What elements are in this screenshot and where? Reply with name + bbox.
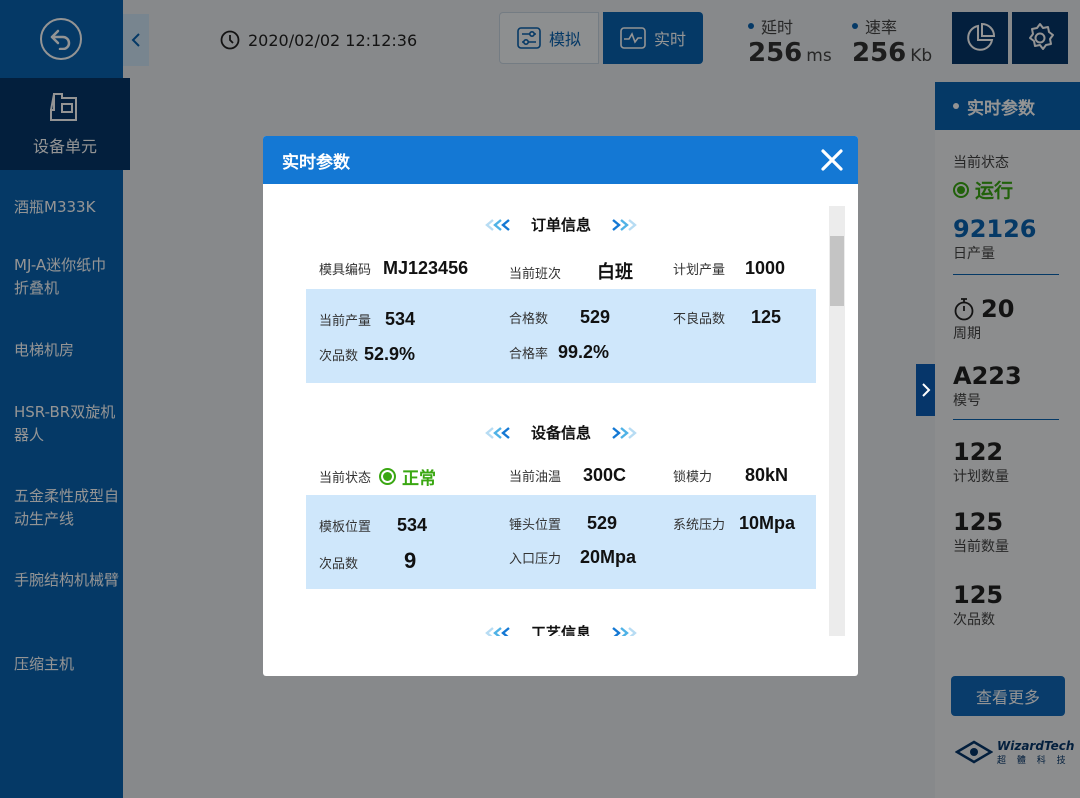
oil-temp-field: 当前油温 300C — [509, 465, 626, 486]
section-title-text: 订单信息 — [530, 216, 591, 234]
defect-rate-field: 次品数 52.9% — [319, 344, 415, 365]
qualified-label: 合格数 — [509, 312, 549, 327]
hammer-position-value: 529 — [587, 513, 618, 533]
shift-field: 当前班次 白班 — [509, 258, 633, 284]
device-status-value: 正常 — [402, 469, 437, 489]
scrollbar-thumb[interactable] — [830, 236, 844, 306]
system-pressure-value: 10Mpa — [739, 513, 796, 533]
current-output-label: 当前产量 — [319, 314, 372, 329]
device-defect-value: 9 — [404, 548, 417, 573]
mold-code-value: MJ123456 — [383, 258, 469, 278]
chevrons-right-icon — [605, 426, 639, 439]
section-title-text: 工艺信息 — [530, 624, 591, 636]
oil-temp-label: 当前油温 — [509, 470, 562, 485]
qualified-field: 合格数 529 — [509, 307, 610, 328]
planned-output-field: 计划产量 1000 — [673, 258, 785, 279]
chevrons-left-icon — [483, 218, 517, 231]
shift-label: 当前班次 — [509, 267, 562, 282]
device-status-field: 当前状态 正常 — [319, 464, 436, 489]
realtime-params-modal: 实时参数 订单信息 模具编码 MJ123456 当前班次 白班 计划产量 100… — [263, 136, 858, 676]
system-pressure-field: 系统压力 10Mpa — [673, 513, 795, 534]
section-title-text: 设备信息 — [530, 424, 591, 442]
bad-items-value: 125 — [751, 307, 782, 327]
device-defect-field: 次品数 9 — [319, 548, 416, 574]
current-output-value: 534 — [385, 309, 416, 329]
status-ok-icon — [379, 468, 397, 485]
pass-rate-field: 合格率 99.2% — [509, 342, 609, 363]
plate-position-label: 模板位置 — [319, 520, 372, 535]
clamp-force-value: 80kN — [745, 465, 789, 485]
mold-code-label: 模具编码 — [319, 263, 372, 278]
inlet-pressure-label: 入口压力 — [509, 552, 562, 567]
panel-expand-button[interactable] — [916, 364, 935, 416]
device-stats-box: 模板位置 534 锤头位置 529 系统压力 10Mpa 次品数 9 入口压力 … — [306, 495, 816, 589]
bad-items-field: 不良品数 125 — [673, 307, 781, 328]
chevrons-right-icon — [605, 626, 639, 636]
inlet-pressure-field: 入口压力 20Mpa — [509, 547, 636, 568]
order-section-title: 订单信息 — [306, 214, 816, 235]
planned-output-value: 1000 — [745, 258, 786, 278]
oil-temp-value: 300C — [583, 465, 627, 485]
chevron-right-icon — [921, 383, 930, 397]
process-section-title: 工艺信息 — [306, 622, 816, 636]
chevrons-left-icon — [483, 626, 517, 636]
mold-code-field: 模具编码 MJ123456 — [319, 258, 468, 279]
chevrons-left-icon — [483, 426, 517, 439]
order-stats-box: 当前产量 534 合格数 529 不良品数 125 次品数 52.9% 合格率 … — [306, 289, 816, 383]
current-output-field: 当前产量 534 — [319, 309, 415, 330]
clamp-force-field: 锁模力 80kN — [673, 465, 788, 486]
device-section-title: 设备信息 — [306, 422, 816, 443]
pass-rate-value: 99.2% — [558, 342, 610, 362]
device-status-label: 当前状态 — [319, 471, 372, 486]
hammer-position-label: 锤头位置 — [509, 518, 562, 533]
planned-output-label: 计划产量 — [673, 263, 726, 278]
modal-header: 实时参数 — [263, 136, 858, 184]
modal-content: 订单信息 模具编码 MJ123456 当前班次 白班 计划产量 1000 当前产… — [306, 184, 816, 636]
chevrons-right-icon — [605, 218, 639, 231]
plate-position-field: 模板位置 534 — [319, 515, 427, 536]
plate-position-value: 534 — [397, 515, 428, 535]
shift-value: 白班 — [597, 262, 634, 282]
qualified-value: 529 — [580, 307, 611, 327]
hammer-position-field: 锤头位置 529 — [509, 513, 617, 534]
scrollbar[interactable] — [829, 206, 845, 636]
close-icon[interactable] — [820, 148, 844, 172]
pass-rate-label: 合格率 — [509, 347, 549, 362]
bad-items-label: 不良品数 — [673, 312, 726, 327]
device-defect-label: 次品数 — [319, 557, 359, 572]
system-pressure-label: 系统压力 — [673, 518, 726, 533]
defect-rate-label: 次品数 — [319, 349, 359, 364]
modal-title: 实时参数 — [282, 152, 350, 173]
inlet-pressure-value: 20Mpa — [580, 547, 637, 567]
clamp-force-label: 锁模力 — [673, 470, 713, 485]
defect-rate-value: 52.9% — [364, 344, 416, 364]
